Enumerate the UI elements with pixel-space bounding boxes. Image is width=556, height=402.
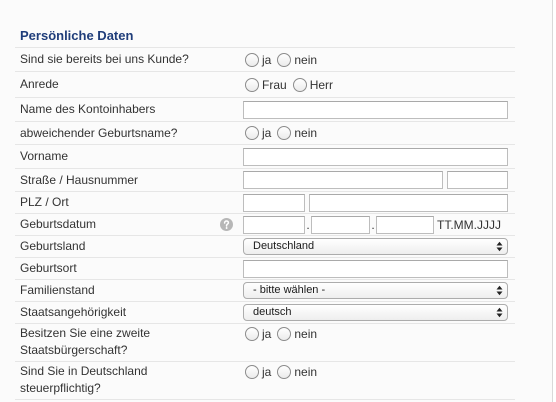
up-down-arrows-icon [496,307,503,318]
existing-customer-nein-radio[interactable] [277,52,292,67]
salutation-label: Anrede [20,77,59,91]
existing-customer-label: Sind sie bereits bei uns Kunde? [20,52,189,66]
different-birth-name-option-nein[interactable]: nein [277,126,317,140]
salutation-frau-label[interactable]: Frau [262,78,287,92]
question-icon[interactable] [220,218,233,231]
house-number-input[interactable] [447,171,508,189]
row-marital-status: Familienstand - bitte wählen - [15,279,515,301]
section-title: Persönliche Daten [20,28,134,43]
tax-liable-nein-label[interactable]: nein [294,365,317,379]
row-second-citizenship: Besitzen Sie eine zweite Staatsbürgersch… [15,323,515,361]
first-name-control [243,147,508,166]
tax-liable-ja-label[interactable]: ja [262,365,271,379]
row-different-birth-name: abweichender Geburtsname? ja nein [15,121,515,144]
different-birth-name-nein-radio[interactable] [277,126,292,140]
birth-place-label: Geburtsort [20,261,77,275]
account-holder-input[interactable] [243,100,508,119]
first-name-input[interactable] [243,147,508,166]
tax-liable-nein-radio[interactable] [277,365,292,379]
row-first-name: Vorname [15,144,515,168]
first-name-label: Vorname [20,149,69,163]
row-birth-country: Geburtsland Deutschland [15,235,515,257]
birth-date-control: . . TT.MM.JJJJ [243,215,508,234]
different-birth-name-options: ja nein [243,126,508,140]
tax-liable-options: ja nein [243,362,508,379]
row-birth-date: Geburtsdatum . . TT.MM.JJJJ [15,213,515,235]
salutation-option-herr[interactable]: Herr [292,77,333,92]
nationality-control: deutsch [243,304,508,321]
up-down-arrows-icon [496,285,503,296]
tax-liable-option-ja[interactable]: ja [245,365,271,379]
form-panel: Persönliche Daten Sind sie bereits bei u… [0,0,553,402]
existing-customer-ja-label[interactable]: ja [262,53,271,67]
nationality-label: Staatsangehörigkeit [20,305,127,319]
zip-input[interactable] [243,193,305,212]
second-citizenship-option-nein[interactable]: nein [277,327,317,341]
birth-place-input[interactable] [243,259,508,278]
salutation-option-frau[interactable]: Frau [245,77,287,92]
existing-customer-option-ja[interactable]: ja [245,52,271,67]
birth-country-label: Geburtsland [20,239,86,253]
tax-liable-label: Sind Sie in Deutschland steuerpflichtig? [20,364,148,395]
second-citizenship-option-ja[interactable]: ja [245,327,271,341]
birth-country-control: Deutschland [243,238,508,255]
existing-customer-option-nein[interactable]: nein [277,52,317,67]
salutation-herr-radio[interactable] [292,77,307,92]
zip-city-control [243,193,508,212]
birth-country-selected-value: Deutschland [253,240,315,252]
street-label: Straße / Hausnummer [20,172,139,187]
row-existing-customer: Sind sie bereits bei uns Kunde? ja nein [15,47,515,71]
row-nationality: Staatsangehörigkeit deutsch [15,301,515,323]
row-street: Straße / Hausnummer [15,168,515,191]
birth-month-input[interactable] [311,215,370,234]
nationality-selected-value: deutsch [253,306,292,318]
second-citizenship-nein-radio[interactable] [277,327,292,341]
account-holder-label: Name des Kontoinhabers [20,102,156,116]
birth-date-label: Geburtsdatum [20,217,97,231]
row-zip-city: PLZ / Ort [15,191,515,213]
salutation-options: Frau Herr [243,77,508,92]
tax-liable-option-nein[interactable]: nein [277,365,317,379]
marital-status-label: Familienstand [20,283,95,297]
street-input[interactable] [243,171,443,189]
second-citizenship-ja-label[interactable]: ja [262,327,271,341]
birth-day-input[interactable] [243,215,305,234]
salutation-frau-radio[interactable] [245,77,259,92]
personal-data-form: Sind sie bereits bei uns Kunde? ja nein … [15,47,515,400]
second-citizenship-nein-label[interactable]: nein [294,327,317,341]
marital-status-control: - bitte wählen - [243,282,508,299]
row-salutation: Anrede Frau Herr [15,71,515,97]
second-citizenship-label: Besitzen Sie eine zweite Staatsbürgersch… [20,326,151,357]
different-birth-name-nein-label[interactable]: nein [294,126,317,140]
existing-customer-ja-radio[interactable] [245,52,259,67]
city-input[interactable] [309,193,508,212]
row-birth-place: Geburtsort [15,257,515,279]
street-control [243,171,508,189]
row-account-holder: Name des Kontoinhabers [15,97,515,121]
date-format-hint: TT.MM.JJJJ [437,217,501,232]
nationality-select[interactable]: deutsch [243,304,508,321]
zip-city-label: PLZ / Ort [20,195,69,209]
different-birth-name-label: abweichender Geburtsname? [20,125,178,140]
second-citizenship-ja-radio[interactable] [245,327,259,341]
birth-country-select[interactable]: Deutschland [243,238,508,255]
birth-place-control [243,259,508,278]
birth-year-input[interactable] [376,215,434,234]
marital-status-select[interactable]: - bitte wählen - [243,282,508,299]
different-birth-name-option-ja[interactable]: ja [245,126,271,140]
row-tax-liable: Sind Sie in Deutschland steuerpflichtig?… [15,361,515,399]
second-citizenship-options: ja nein [243,324,508,341]
account-holder-control [243,100,508,119]
existing-customer-options: ja nein [243,52,508,67]
marital-status-selected-value: - bitte wählen - [253,284,326,296]
up-down-arrows-icon [496,241,503,252]
existing-customer-nein-label[interactable]: nein [294,53,317,67]
different-birth-name-ja-radio[interactable] [245,126,259,140]
salutation-herr-label[interactable]: Herr [310,78,333,92]
different-birth-name-ja-label[interactable]: ja [262,126,271,140]
tax-liable-ja-radio[interactable] [245,365,259,379]
